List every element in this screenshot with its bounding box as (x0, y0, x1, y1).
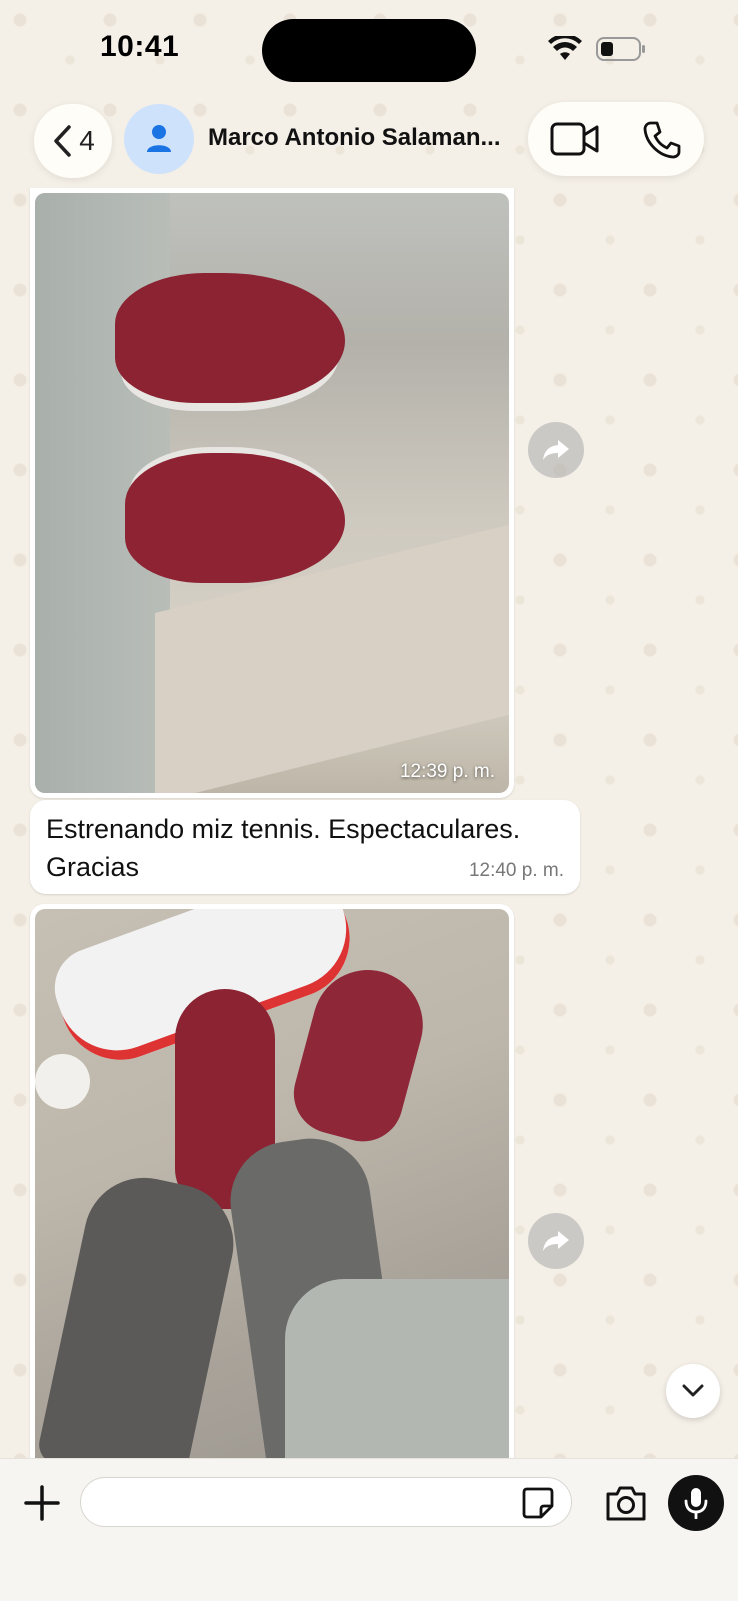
microphone-button[interactable] (668, 1475, 724, 1531)
dynamic-island (262, 19, 476, 82)
message-input[interactable] (80, 1477, 572, 1527)
status-time: 10:41 (100, 30, 180, 63)
chevron-down-icon (682, 1384, 704, 1397)
photo-shoe-2 (125, 453, 345, 583)
photo-shoe-1 (115, 273, 345, 403)
contact-name[interactable]: Marco Antonio Salaman... (208, 124, 508, 152)
photo-grey-shoe-1 (35, 1166, 245, 1469)
contact-avatar[interactable] (124, 104, 194, 174)
message-time: 12:39 p. m. (399, 761, 495, 782)
message-composer (0, 1458, 738, 1601)
microphone-icon (684, 1488, 708, 1519)
status-bar: 10:41 (0, 0, 738, 100)
scroll-to-bottom-button[interactable] (666, 1364, 720, 1418)
forward-button[interactable] (528, 422, 584, 478)
camera-icon[interactable] (604, 1483, 648, 1523)
photo-pants (285, 1279, 509, 1469)
phone-icon[interactable] (642, 120, 682, 160)
sticker-icon[interactable] (521, 1486, 555, 1520)
wifi-icon (548, 36, 582, 60)
image-message[interactable]: 12:39 p. m. (30, 188, 514, 798)
unread-count: 4 (79, 125, 95, 156)
person-icon (147, 125, 171, 152)
message-time: 12:40 p. m. (468, 860, 564, 881)
forward-arrow-icon (543, 440, 569, 460)
battery-icon (596, 37, 645, 61)
call-actions (528, 102, 704, 176)
chevron-left-icon (54, 125, 71, 157)
image-message[interactable] (30, 904, 514, 1474)
back-button[interactable]: 4 (34, 104, 112, 178)
photo-sneakers-group (35, 909, 509, 1469)
video-camera-icon[interactable] (550, 120, 600, 158)
photo-ball (35, 1054, 90, 1109)
chat-header: 4 Marco Antonio Salaman... (0, 96, 738, 188)
photo-red-sneakers: 12:39 p. m. (35, 193, 509, 793)
forward-button[interactable] (528, 1213, 584, 1269)
plus-icon[interactable] (22, 1483, 62, 1523)
forward-arrow-icon (543, 1231, 569, 1251)
text-message[interactable]: Estrenando miz tennis. Espectaculares. G… (30, 800, 580, 894)
